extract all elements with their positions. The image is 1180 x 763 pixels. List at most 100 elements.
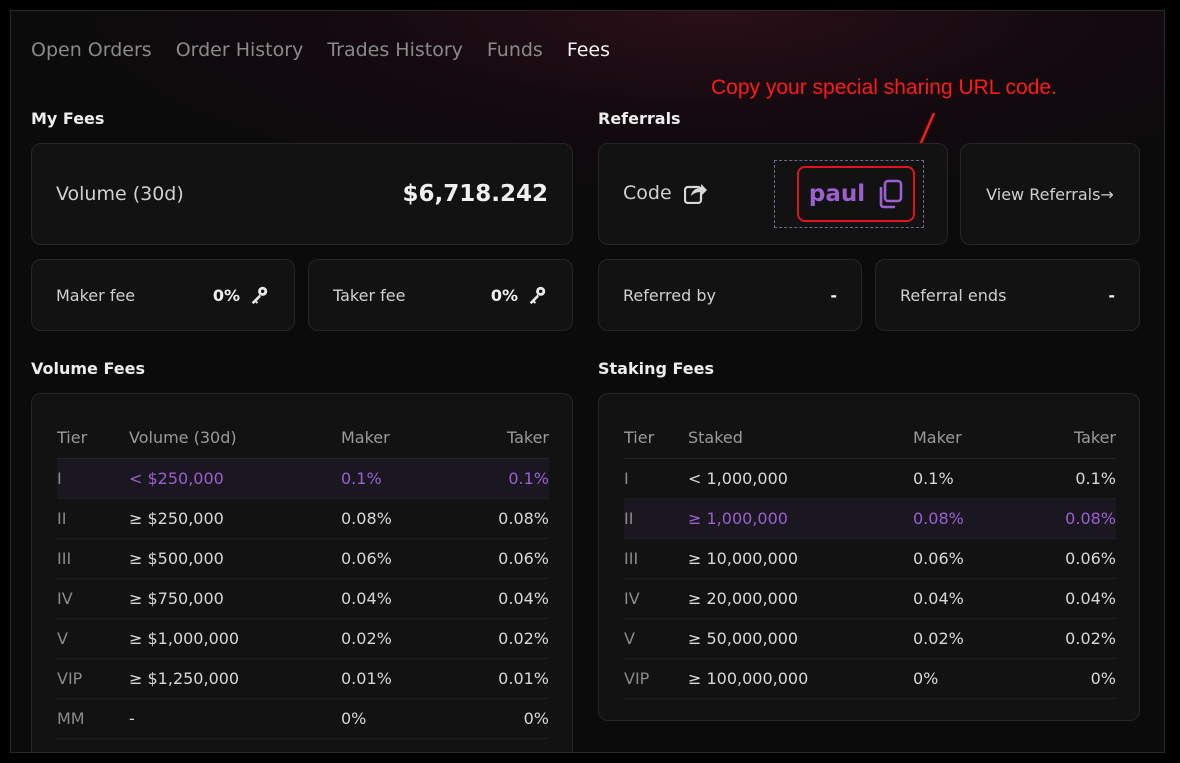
referred-by-card: Referred by - [598, 259, 862, 331]
volume-label: Volume (30d) [56, 183, 184, 205]
staking-fees-table: Tier Staked Maker Taker I < 1,000,000 0.1%… [624, 418, 1116, 699]
table-row: I < $250,000 0.1% 0.1% [57, 458, 549, 499]
table-cell: III [57, 538, 129, 579]
table-cell: 0.08% [341, 498, 451, 539]
table-cell: 0.04% [341, 578, 451, 619]
table-cell: 0.08% [913, 498, 1023, 539]
table-cell: 0.1% [913, 458, 1023, 499]
view-referrals-button[interactable]: View Referrals→ [960, 143, 1140, 245]
table-row: V ≥ 50,000,000 0.02% 0.02% [624, 618, 1116, 659]
table-row: VIP ≥ 100,000,000 0% 0% [624, 658, 1116, 699]
annotation-text: Copy your special sharing URL code. [711, 76, 1057, 99]
table-cell: 0.06% [451, 538, 549, 579]
table-cell: I [57, 458, 129, 499]
fees-panel: Open Orders Order History Trades History… [10, 10, 1165, 753]
table-cell: ≥ 50,000,000 [688, 618, 913, 659]
table-cell: ≥ 20,000,000 [688, 578, 913, 619]
taker-fee-label: Taker fee [333, 285, 406, 305]
maker-fee-label: Maker fee [56, 285, 136, 305]
table-cell: 0% [341, 698, 451, 739]
table-cell: 0.06% [1023, 538, 1116, 579]
table-cell: IV [57, 578, 129, 619]
referral-code-value: paul [808, 181, 866, 207]
referred-by-label: Referred by [623, 285, 716, 305]
table-cell: 0% [913, 658, 1023, 699]
referral-ends-label: Referral ends [900, 285, 1007, 305]
table-cell: - [129, 698, 341, 739]
table-row: II ≥ 1,000,000 0.08% 0.08% [624, 498, 1116, 539]
table-cell: ≥ $250,000 [129, 498, 341, 539]
tab-order-history[interactable]: Order History [176, 39, 304, 61]
tab-trades-history[interactable]: Trades History [327, 39, 463, 61]
table-cell: 0.1% [1023, 458, 1116, 499]
table-cell: 0.02% [451, 618, 549, 659]
volume-fees-card: Tier Volume (30d) Maker Taker I < $250,00… [31, 393, 573, 752]
table-cell: 0.04% [1023, 578, 1116, 619]
table-cell: 0% [451, 698, 549, 739]
share-icon[interactable] [683, 182, 708, 204]
table-cell: ≥ 1,000,000 [688, 498, 913, 539]
table-cell: ≥ 100,000,000 [688, 658, 913, 699]
table-row: II ≥ $250,000 0.08% 0.08% [57, 498, 549, 539]
copy-code-button[interactable]: paul [797, 166, 915, 222]
maker-fee-value: 0% [212, 285, 240, 305]
table-cell: V [57, 618, 129, 659]
table-cell: 0% [1023, 658, 1116, 699]
table-row: IV ≥ $750,000 0.04% 0.04% [57, 578, 549, 619]
table-cell: 0.04% [451, 578, 549, 619]
table-cell: 0.06% [341, 538, 451, 579]
table-cell: ≥ $1,250,000 [129, 658, 341, 699]
table-cell: VIP [57, 658, 129, 699]
table-cell: ≥ $500,000 [129, 538, 341, 579]
code-highlight-frame: paul [774, 160, 924, 228]
table-row: I < 1,000,000 0.1% 0.1% [624, 458, 1116, 499]
column-header: Taker [451, 418, 549, 459]
tab-fees[interactable]: Fees [567, 39, 610, 61]
referral-code-card: Code paul [598, 143, 948, 245]
table-row: III ≥ $500,000 0.06% 0.06% [57, 538, 549, 579]
code-label: Code [623, 182, 672, 204]
table-cell: < 1,000,000 [688, 458, 913, 499]
table-cell: < $250,000 [129, 458, 341, 499]
table-row: VIP ≥ $1,250,000 0.01% 0.01% [57, 658, 549, 699]
column-header: Tier [57, 418, 129, 459]
referral-ends-value: - [1108, 285, 1115, 305]
column-header: Maker [913, 418, 1023, 459]
table-cell: 0.06% [913, 538, 1023, 579]
table-cell: V [624, 618, 688, 659]
table-cell: 0.01% [341, 658, 451, 699]
staking-fees-card: Tier Staked Maker Taker I < 1,000,000 0.1%… [598, 393, 1140, 721]
referred-by-value: - [830, 285, 837, 305]
table-cell: MM [57, 698, 129, 739]
table-cell: 0.01% [451, 658, 549, 699]
tab-bar: Open Orders Order History Trades History… [31, 39, 610, 61]
table-row: MM -0% 0% [57, 698, 549, 739]
copy-icon [879, 179, 903, 209]
tab-funds[interactable]: Funds [487, 39, 543, 61]
column-header: Tier [624, 418, 688, 459]
table-row: V ≥ $1,000,000 0.02% 0.02% [57, 618, 549, 659]
referrals-title: Referrals [598, 109, 681, 128]
maker-fee-card: Maker fee 0% [31, 259, 295, 331]
table-cell: II [57, 498, 129, 539]
table-cell: I [624, 458, 688, 499]
table-cell: 0.1% [341, 458, 451, 499]
key-icon [529, 286, 546, 305]
volume-fees-table: Tier Volume (30d) Maker Taker I < $250,00… [57, 418, 549, 739]
volume-fees-title: Volume Fees [31, 359, 145, 378]
taker-fee-value: 0% [490, 285, 518, 305]
tab-open-orders[interactable]: Open Orders [31, 39, 152, 61]
column-header: Taker [1023, 418, 1116, 459]
table-cell: 0.02% [1023, 618, 1116, 659]
view-referrals-label: View Referrals→ [986, 184, 1114, 204]
staking-fees-title: Staking Fees [598, 359, 715, 378]
my-fees-title: My Fees [31, 109, 105, 128]
table-row: IV ≥ 20,000,000 0.04% 0.04% [624, 578, 1116, 619]
volume-value: $6,718.242 [402, 181, 548, 207]
table-row: III ≥ 10,000,000 0.06% 0.06% [624, 538, 1116, 579]
table-cell: 0.02% [341, 618, 451, 659]
table-cell: ≥ 10,000,000 [688, 538, 913, 579]
table-cell: 0.1% [451, 458, 549, 499]
table-cell: 0.02% [913, 618, 1023, 659]
column-header: Staked [688, 418, 913, 459]
